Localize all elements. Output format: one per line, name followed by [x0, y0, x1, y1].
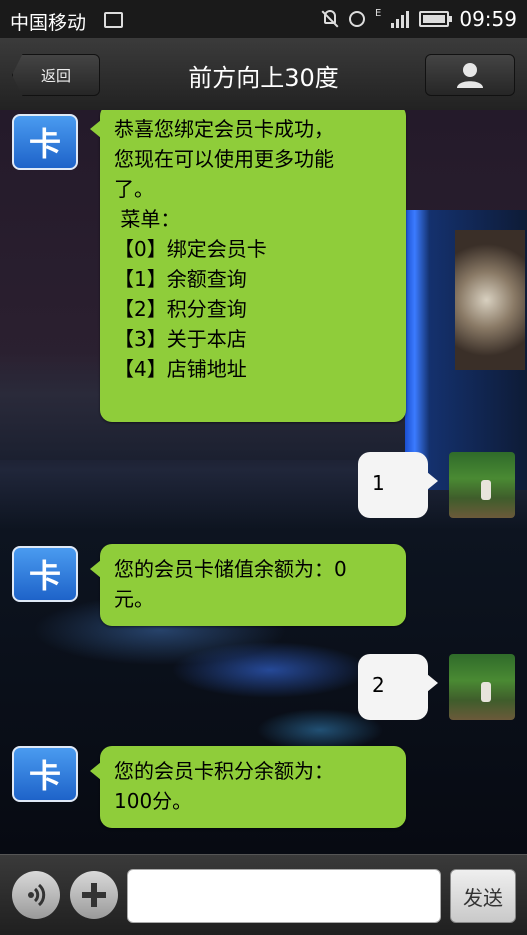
image-notification-icon [104, 12, 123, 28]
voice-button[interactable] [12, 871, 60, 919]
chat-screen: 中国移动 E 09:59 返回 前方向上30度 卡 恭喜您绑定会员卡成功， 您现… [0, 0, 527, 935]
clock: 09:59 [459, 7, 517, 31]
title-bar: 返回 前方向上30度 [0, 38, 527, 111]
person-icon [457, 63, 483, 88]
menu-item: 【3】关于本店 [114, 327, 247, 351]
message-input[interactable] [127, 869, 441, 923]
message-line: 您的会员卡储值余额为：0 [114, 557, 347, 581]
sent-message-text: 1 [372, 471, 385, 495]
input-bar: 发送 [0, 854, 527, 935]
message-line: 100分。 [114, 789, 193, 813]
battery-icon [419, 11, 453, 27]
menu-item: 【0】绑定会员卡 [114, 237, 267, 261]
message-bubble[interactable]: 您的会员卡储值余额为：0 元。 [90, 544, 406, 626]
message-line: 了。 [114, 177, 154, 201]
plus-icon [82, 883, 106, 907]
message-line: 您的会员卡积分余额为： [114, 759, 334, 783]
menu-item: 【1】余额查询 [114, 267, 247, 291]
mute-icon [321, 10, 339, 28]
signal-icon [391, 10, 410, 28]
add-button[interactable] [70, 871, 118, 919]
user-avatar[interactable] [449, 452, 515, 518]
message-bubble[interactable]: 恭喜您绑定会员卡成功， 您现在可以使用更多功能 了。 菜单： 【0】绑定会员卡 … [90, 110, 406, 422]
background-building [405, 210, 527, 490]
card-avatar[interactable]: 卡 [12, 114, 78, 170]
carrier-label: 中国移动 [10, 12, 87, 34]
sent-message-bubble[interactable]: 1 [358, 452, 438, 518]
message-line: 您现在可以使用更多功能 [114, 147, 334, 171]
chat-area[interactable]: 卡 恭喜您绑定会员卡成功， 您现在可以使用更多功能 了。 菜单： 【0】绑定会员… [0, 110, 527, 854]
send-button[interactable]: 发送 [450, 869, 516, 923]
status-icons: E 09:59 [321, 7, 517, 31]
network-type-label: E [375, 7, 382, 19]
card-avatar[interactable]: 卡 [12, 546, 78, 602]
sent-message-text: 2 [372, 673, 385, 697]
user-avatar[interactable] [449, 654, 515, 720]
menu-item: 【4】店铺地址 [114, 357, 247, 381]
message-bubble[interactable]: 您的会员卡积分余额为： 100分。 [90, 746, 406, 828]
sent-message-bubble[interactable]: 2 [358, 654, 438, 720]
message-line: 元。 [114, 587, 154, 611]
menu-title: 菜单： [114, 207, 181, 231]
message-line: 恭喜您绑定会员卡成功， [114, 117, 334, 141]
menu-item: 【2】积分查询 [114, 297, 247, 321]
card-avatar[interactable]: 卡 [12, 746, 78, 802]
alarm-icon [349, 11, 366, 27]
profile-button[interactable] [425, 54, 515, 96]
status-bar: 中国移动 E 09:59 [0, 0, 527, 38]
voice-icon [28, 883, 46, 907]
